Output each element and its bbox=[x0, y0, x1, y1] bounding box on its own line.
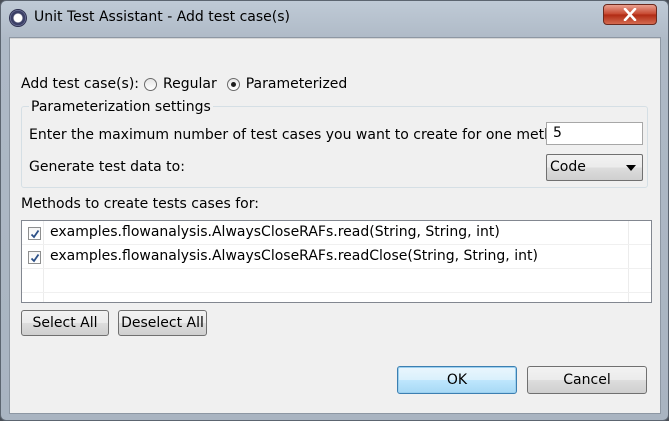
parameterized-radio-label[interactable]: Parameterized bbox=[246, 76, 348, 92]
generate-test-data-label: Generate test data to: bbox=[29, 159, 185, 175]
check-icon bbox=[30, 253, 40, 263]
chevron-down-icon bbox=[626, 165, 636, 171]
empty-list-row bbox=[22, 269, 651, 293]
method-checkbox[interactable] bbox=[28, 251, 41, 264]
add-test-cases-row: Add test case(s): Regular Parameterized bbox=[21, 75, 347, 93]
methods-list[interactable]: examples.flowanalysis.AlwaysCloseRAFs.re… bbox=[21, 220, 652, 303]
regular-radio-label[interactable]: Regular bbox=[163, 76, 217, 92]
method-checkbox[interactable] bbox=[28, 227, 41, 240]
method-label: examples.flowanalysis.AlwaysCloseRAFs.re… bbox=[50, 248, 538, 264]
deselect-all-button[interactable]: Deselect All bbox=[118, 310, 207, 336]
methods-label: Methods to create tests cases for: bbox=[21, 196, 259, 212]
cancel-button[interactable]: Cancel bbox=[527, 366, 647, 394]
select-all-button[interactable]: Select All bbox=[21, 310, 109, 336]
ok-button[interactable]: OK bbox=[397, 366, 517, 394]
app-icon bbox=[9, 9, 27, 27]
dialog-content: Add test case(s): Regular Parameterized … bbox=[9, 37, 661, 414]
generate-test-data-value: Code bbox=[550, 159, 586, 175]
divider bbox=[10, 38, 660, 39]
title-bar[interactable]: Unit Test Assistant - Add test case(s) bbox=[1, 1, 668, 35]
group-label: Parameterization settings bbox=[29, 99, 213, 115]
list-item[interactable]: examples.flowanalysis.AlwaysCloseRAFs.re… bbox=[22, 221, 651, 245]
generate-test-data-select[interactable]: Code bbox=[546, 154, 643, 181]
max-test-cases-label: Enter the maximum number of test cases y… bbox=[29, 127, 576, 143]
list-item[interactable]: examples.flowanalysis.AlwaysCloseRAFs.re… bbox=[22, 245, 651, 269]
close-icon bbox=[623, 8, 637, 21]
dialog-window: Unit Test Assistant - Add test case(s) A… bbox=[0, 0, 669, 421]
close-button[interactable] bbox=[603, 4, 657, 25]
check-icon bbox=[30, 229, 40, 239]
max-test-cases-input[interactable]: 5 bbox=[546, 122, 643, 145]
regular-radio[interactable] bbox=[144, 77, 158, 91]
parameterized-radio[interactable] bbox=[226, 77, 240, 91]
window-title: Unit Test Assistant - Add test case(s) bbox=[34, 9, 290, 25]
method-label: examples.flowanalysis.AlwaysCloseRAFs.re… bbox=[50, 224, 500, 240]
add-test-cases-label: Add test case(s): bbox=[21, 76, 140, 92]
